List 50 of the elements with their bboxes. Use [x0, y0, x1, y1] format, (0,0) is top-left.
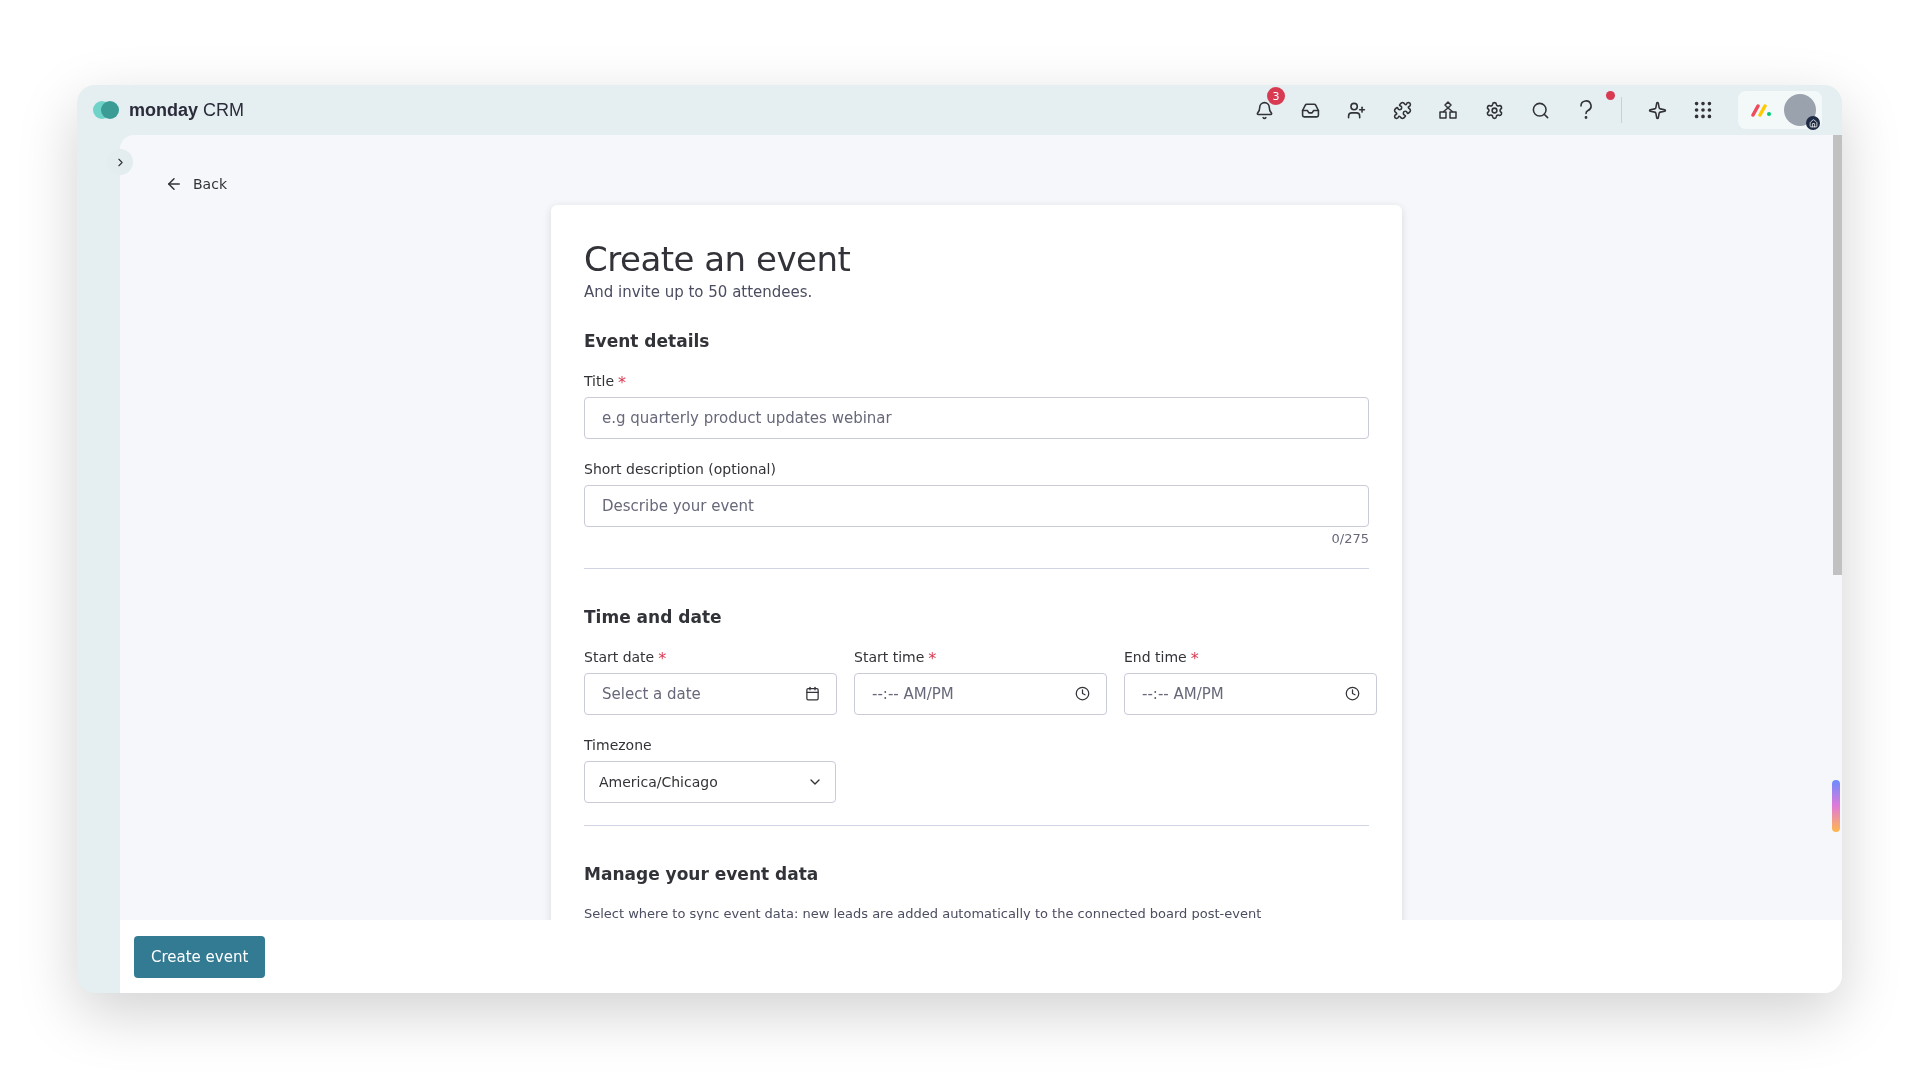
sparkle-icon [1647, 100, 1667, 120]
time-field[interactable]: --:-- AM/PM [854, 673, 1107, 715]
clock-icon [1075, 686, 1090, 701]
puzzle-icon [1392, 100, 1412, 120]
logo-icon [1750, 103, 1772, 117]
field-label: End time [1124, 649, 1187, 665]
scrollbar-thumb[interactable] [1833, 135, 1842, 575]
help-icon [1579, 100, 1593, 120]
logo-icon [93, 100, 119, 120]
app-grid-button[interactable] [1692, 99, 1714, 121]
hierarchy-icon [1438, 100, 1458, 120]
timezone-dropdown[interactable]: America/Chicago [584, 761, 836, 803]
date-field[interactable]: Select a date [584, 673, 837, 715]
clock-icon [1345, 686, 1360, 701]
page-title: Create an event [584, 239, 852, 279]
section-heading: Event details [584, 331, 711, 351]
field-label: Timezone [584, 737, 652, 753]
search-icon [1530, 100, 1550, 120]
character-counter: 0/275 [1331, 531, 1369, 546]
create-event-button[interactable]: Create event [134, 935, 266, 978]
section-description: Select where to sync event data: new leads are added automatically to the connected board post-event [584, 906, 1263, 920]
account-switcher[interactable] [1738, 91, 1822, 129]
required-mark: * [928, 649, 937, 670]
input-field[interactable]: Describe your event [584, 485, 1369, 527]
notification-count: 3 [1267, 87, 1285, 105]
field-label: Start date [584, 649, 655, 665]
ai-button[interactable] [1646, 99, 1668, 121]
inbox-icon [1300, 100, 1320, 120]
required-mark: * [1190, 649, 1199, 670]
user-plus-icon [1346, 100, 1366, 120]
required-mark: * [658, 649, 667, 670]
section-heading: Time and date [584, 607, 723, 627]
section-heading: Manage your event data [584, 864, 820, 884]
field-label: Start time [854, 649, 925, 665]
required-mark: * [618, 373, 626, 394]
calendar-icon [805, 686, 820, 701]
field-label: Title [584, 373, 614, 389]
time-field[interactable]: --:-- AM/PM [1124, 673, 1377, 715]
back-link[interactable]: Back [165, 175, 227, 193]
page-subtitle: And invite up to 50 attendees. [584, 283, 814, 301]
bell-icon [1254, 100, 1274, 120]
grid-icon [1692, 99, 1714, 121]
settings-icon [1484, 100, 1504, 120]
assistant-handle[interactable] [1832, 780, 1840, 832]
home-icon [1806, 116, 1820, 130]
hierarchy-button[interactable] [1437, 99, 1459, 121]
input-field[interactable]: e.g quarterly product updates webinar [584, 397, 1369, 439]
brand-name: monday CRM [129, 99, 245, 121]
apps-button[interactable] [1391, 99, 1413, 121]
field-label: Short description (optional) [584, 461, 776, 477]
